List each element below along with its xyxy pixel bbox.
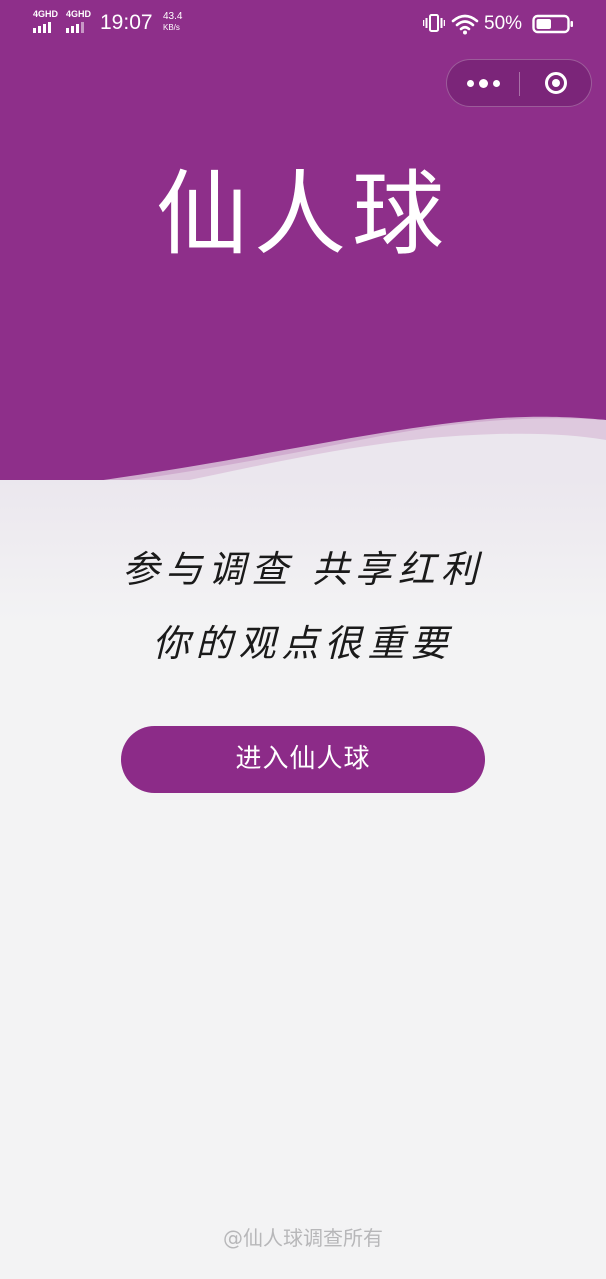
- network-type-label: 4GHD: [66, 9, 92, 19]
- signal-icon: 4GHD: [33, 10, 59, 34]
- more-dots-icon[interactable]: [447, 60, 519, 106]
- status-bar: 4GHD 4GHD 19:07 43.4 KB/s 50%: [0, 0, 606, 48]
- battery-level-fill: [536, 19, 551, 29]
- battery-icon: [532, 14, 573, 34]
- footer-copyright: @仙人球调查所有: [223, 1226, 383, 1250]
- miniprogram-capsule: [446, 59, 592, 107]
- clock-time: 19:07: [100, 11, 153, 34]
- network-speed-unit: KB/s: [163, 23, 180, 32]
- signal-icon: 4GHD: [66, 10, 92, 34]
- network-type-label: 4GHD: [33, 9, 59, 19]
- slogan-line-1: 参与调查 共享红利: [122, 548, 484, 591]
- network-speed-value: 43.4: [163, 11, 183, 22]
- wifi-icon: [451, 14, 479, 35]
- close-target-icon[interactable]: [520, 60, 592, 106]
- app-logo-title: 仙人球: [155, 161, 450, 268]
- slogan-line-2: 你的观点很重要: [152, 622, 454, 665]
- vibrate-icon: [423, 14, 445, 32]
- network-speed: 43.4 KB/s: [163, 12, 182, 34]
- battery-percent: 50%: [484, 13, 523, 34]
- enter-button[interactable]: 进入仙人球: [121, 726, 485, 793]
